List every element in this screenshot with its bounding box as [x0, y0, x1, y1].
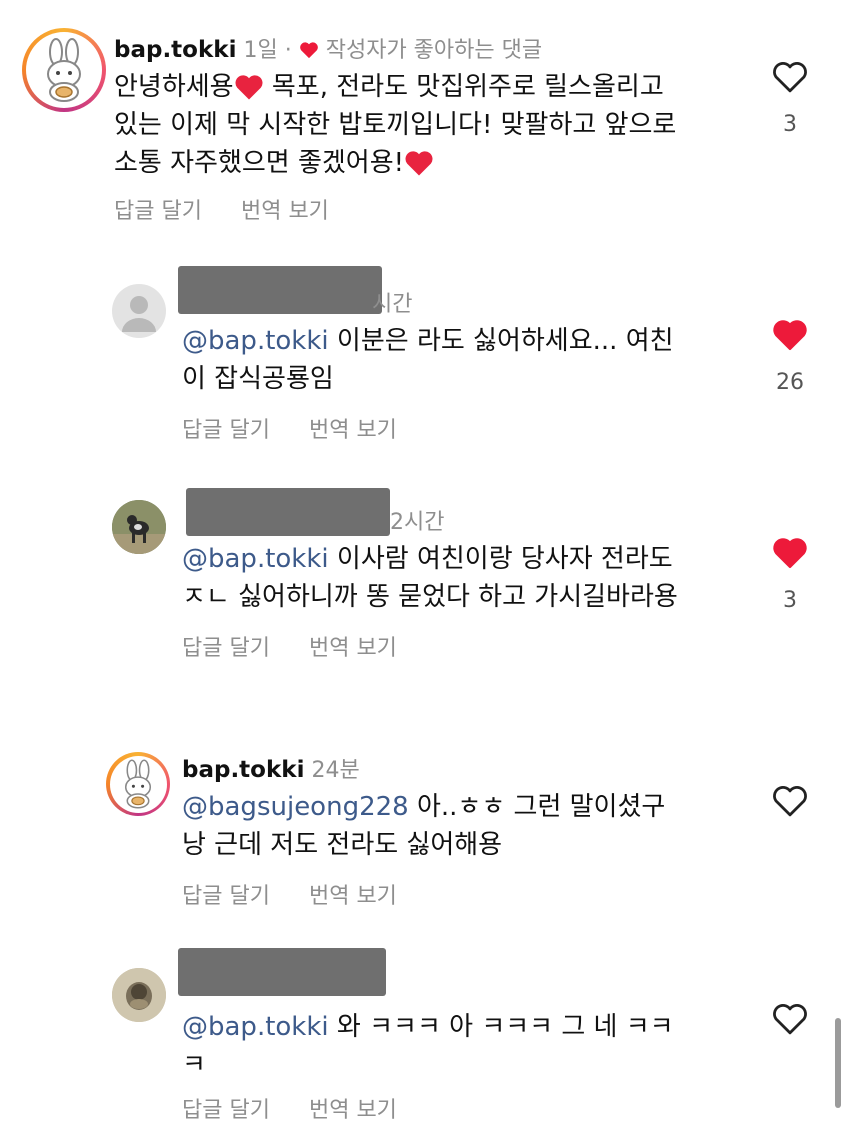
translate-button[interactable]: 번역 보기	[309, 636, 397, 661]
translate-button[interactable]: 번역 보기	[309, 1098, 397, 1123]
comment-text: @bap.tokki 이분은 라도 싫어하세요... 여친 이 잡식공룡임	[182, 326, 674, 394]
mention-link[interactable]: @bap.tokki	[182, 544, 329, 574]
translate-button[interactable]: 번역 보기	[309, 884, 397, 909]
avatar[interactable]	[106, 752, 170, 816]
translate-button[interactable]: 번역 보기	[241, 199, 329, 224]
like-control[interactable]: 3	[770, 60, 810, 137]
scrollbar[interactable]	[835, 1018, 841, 1108]
comment-text: @bap.tokki 이사람 여친이랑 당사자 전라도 ㅈㄴ 싫어하니까 똥 묻…	[182, 544, 678, 612]
bunny-avatar-icon	[47, 38, 81, 102]
default-profile-icon	[122, 296, 156, 332]
profile-photo-icon	[112, 968, 166, 1022]
heart-outline-icon[interactable]	[771, 60, 809, 94]
redacted-username	[178, 948, 386, 996]
heart-outline-icon[interactable]	[771, 1002, 809, 1036]
mention-link[interactable]: @bap.tokki	[182, 326, 329, 356]
reply-button[interactable]: 답글 달기	[114, 199, 202, 224]
username[interactable]: bap.tokki	[182, 757, 304, 783]
comment-text: @bap.tokki 와 ㅋㅋㅋ 아 ㅋㅋㅋ 그 네 ㅋㅋ ㅋ	[182, 1012, 674, 1080]
bunny-avatar-icon	[124, 759, 152, 809]
red-heart-emoji-icon	[235, 75, 263, 100]
avatar[interactable]	[22, 28, 106, 112]
mention-link[interactable]: @bagsujeong228	[182, 792, 409, 822]
like-control[interactable]: 3	[770, 536, 810, 613]
comment-time: 2시간	[390, 510, 445, 535]
avatar[interactable]	[112, 500, 166, 554]
comment-time: 24분	[311, 758, 360, 783]
heart-outline-icon[interactable]	[771, 784, 809, 818]
reply-button[interactable]: 답글 달기	[182, 636, 270, 661]
heart-filled-icon	[299, 42, 318, 59]
heart-filled-icon[interactable]	[771, 318, 809, 352]
translate-button[interactable]: 번역 보기	[309, 418, 397, 443]
comment-text: 안녕하세용 목포, 전라도 맛집위주로 릴스올리고 있는 이제 막 시작한 밥토…	[114, 72, 677, 178]
heart-filled-icon[interactable]	[771, 536, 809, 570]
username[interactable]: bap.tokki	[114, 37, 236, 63]
like-control[interactable]	[770, 784, 810, 818]
reply-button[interactable]: 답글 달기	[182, 1098, 270, 1123]
like-control[interactable]	[770, 1002, 810, 1036]
avatar[interactable]	[112, 968, 166, 1022]
comment-time: 1일	[243, 38, 278, 63]
like-count: 3	[783, 112, 797, 137]
dog-photo-icon	[112, 500, 166, 554]
redacted-username	[178, 266, 382, 314]
comment-time: 시간	[372, 292, 413, 317]
like-count: 26	[776, 370, 804, 395]
comment-text: @bagsujeong228 아..ㅎㅎ 그런 말이셨구 낭 근데 저도 전라도…	[182, 792, 666, 860]
redacted-username	[186, 488, 390, 536]
creator-liked-label: 작성자가 좋아하는 댓글	[325, 38, 543, 63]
like-count: 3	[783, 588, 797, 613]
like-control[interactable]: 26	[770, 318, 810, 395]
mention-link[interactable]: @bap.tokki	[182, 1012, 329, 1042]
avatar[interactable]	[112, 284, 166, 338]
red-heart-emoji-icon	[405, 151, 433, 176]
reply-button[interactable]: 답글 달기	[182, 418, 270, 443]
reply-button[interactable]: 답글 달기	[182, 884, 270, 909]
